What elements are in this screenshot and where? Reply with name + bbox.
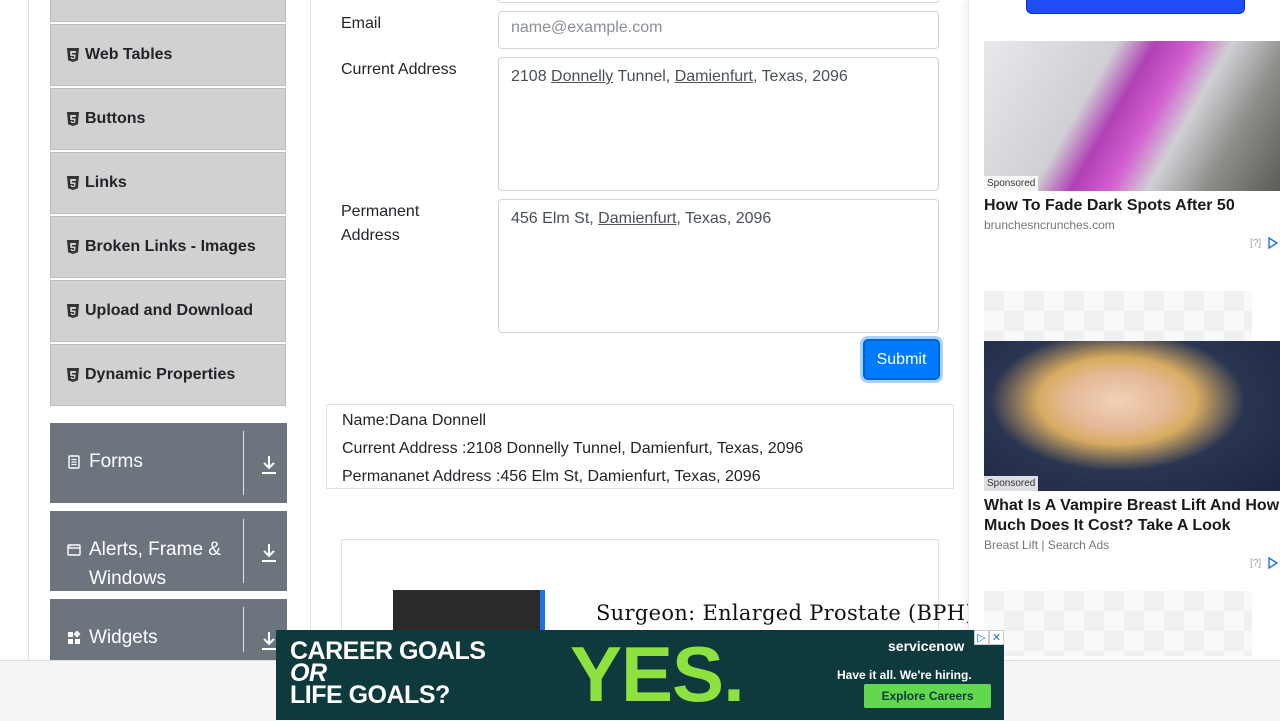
group-label: Alerts, Frame & Windows	[89, 539, 221, 589]
permanent-address-text: 456 Elm St,	[511, 210, 599, 227]
window-icon	[67, 544, 81, 556]
current-address-textarea[interactable]: 2108 Donnelly Tunnel, Damienfurt, Texas,…	[498, 57, 939, 191]
permanent-address-textarea[interactable]: 456 Elm St, Damienfurt, Texas, 2096	[498, 199, 939, 333]
sponsored-label: Sponsored	[984, 176, 1039, 191]
banner-text: CAREER GOALS OR LIFE GOALS?	[290, 639, 486, 709]
ad-background-pattern	[984, 291, 1252, 341]
group-divider	[243, 431, 244, 495]
sidebar-item-label: Web Tables	[85, 46, 173, 63]
current-address-text: Donnelly	[551, 68, 614, 85]
explore-careers-button[interactable]: Explore Careers	[864, 684, 991, 708]
ad-source[interactable]: brunchesncrunches.com	[984, 218, 1115, 232]
main-content: Email name@example.com Current Address 2…	[311, 0, 968, 660]
left-gutter	[0, 0, 29, 660]
adchoices-icon[interactable]	[1267, 237, 1279, 249]
sidebar-item-partial[interactable]	[50, 0, 286, 22]
ad-source[interactable]: Breast Lift | Search Ads	[984, 538, 1109, 552]
widgets-icon	[68, 631, 81, 644]
sidebar-group-alerts[interactable]: Alerts, Frame & Windows	[50, 511, 287, 591]
sidebar-item-label: Broken Links - Images	[85, 238, 256, 255]
current-address-text: , Texas, 2096	[752, 68, 848, 85]
output-box: Name:Dana Donnell Current Address :2108 …	[326, 404, 954, 489]
ad-info-link[interactable]: [?]	[1250, 558, 1261, 569]
ad-info-link[interactable]: [?]	[1250, 238, 1261, 249]
sidebar-item-broken-links[interactable]: Broken Links - Images	[50, 216, 286, 278]
sidebar-item-label: Dynamic Properties	[85, 366, 236, 383]
bottom-banner-ad[interactable]: CAREER GOALS OR LIFE GOALS? YES. service…	[276, 630, 1004, 720]
email-label: Email	[341, 15, 382, 32]
banner-headline: YES.	[570, 630, 745, 718]
submit-button[interactable]: Submit	[863, 339, 940, 380]
sidebar-item-web-tables[interactable]: Web Tables	[50, 24, 286, 86]
current-address-text: Damienfurt	[674, 68, 753, 85]
html5-icon	[67, 368, 79, 382]
sidebar-item-label: Links	[85, 174, 127, 191]
banner-line: LIFE GOALS?	[290, 681, 450, 709]
document-icon	[68, 455, 80, 469]
group-divider	[243, 519, 244, 583]
adchoices-icon[interactable]	[1267, 557, 1279, 569]
banner-tagline: Have it all. We're hiring.	[837, 668, 972, 682]
ad-button-partial[interactable]	[1026, 0, 1245, 14]
sponsored-label: Sponsored	[984, 476, 1039, 491]
sidebar-group-forms[interactable]: Forms	[50, 423, 287, 503]
group-divider	[243, 607, 244, 652]
output-permanent-address: Permananet Address :456 Elm St, Damienfu…	[342, 468, 761, 485]
output-current-address: Current Address :2108 Donnelly Tunnel, D…	[342, 440, 804, 457]
permanent-address-label: Permanent Address	[341, 203, 420, 244]
ad-choices[interactable]: ▷ ✕	[974, 630, 1004, 645]
sidebar-item-buttons[interactable]: Buttons	[50, 88, 286, 150]
right-ad-panel: ✕ Sponsored How To Fade Dark Spots After…	[968, 0, 1280, 660]
sidebar-item-label: Buttons	[85, 110, 146, 127]
close-icon[interactable]: ✕	[989, 630, 1004, 645]
current-address-text: Tunnel,	[613, 68, 675, 85]
permanent-address-text: , Texas, 2096	[676, 210, 772, 227]
adchoices-icon[interactable]: ▷	[974, 630, 989, 645]
html5-icon	[67, 48, 79, 62]
current-address-text: 2108	[511, 68, 552, 85]
output-name: Name:Dana Donnell	[342, 412, 487, 429]
html5-icon	[67, 176, 79, 190]
sidebar-item-dynamic-properties[interactable]: Dynamic Properties	[50, 344, 286, 406]
sidebar-item-upload-download[interactable]: Upload and Download	[50, 280, 286, 342]
permanent-address-text: Damienfurt	[598, 210, 677, 227]
ad-image[interactable]: Sponsored	[984, 341, 1280, 491]
group-label: Forms	[89, 451, 143, 472]
ad-background-pattern	[984, 591, 1252, 656]
sidebar-item-label: Upload and Download	[85, 302, 253, 319]
email-field[interactable]: name@example.com	[498, 11, 939, 49]
sidebar: Web Tables Buttons Links Broken Links - …	[29, 0, 311, 660]
inline-ad-headline[interactable]: Surgeon: Enlarged Prostate (BPH)? I	[596, 601, 968, 625]
download-icon[interactable]	[260, 454, 278, 476]
ad-title[interactable]: What Is A Vampire Breast Lift And How Mu…	[984, 496, 1280, 536]
sidebar-item-links[interactable]: Links	[50, 152, 286, 214]
group-label: Widgets	[89, 627, 158, 648]
banner-brand-logo: servicenow	[888, 638, 965, 654]
ad-image[interactable]: Sponsored	[984, 41, 1280, 191]
sidebar-group-widgets[interactable]: Widgets	[50, 599, 287, 660]
html5-icon	[67, 112, 79, 126]
ad-title[interactable]: How To Fade Dark Spots After 50	[984, 196, 1280, 216]
current-address-label: Current Address	[341, 61, 457, 78]
previous-input-edge[interactable]	[498, 0, 939, 3]
download-icon[interactable]	[260, 542, 278, 564]
html5-icon	[67, 240, 79, 254]
html5-icon	[67, 304, 79, 318]
